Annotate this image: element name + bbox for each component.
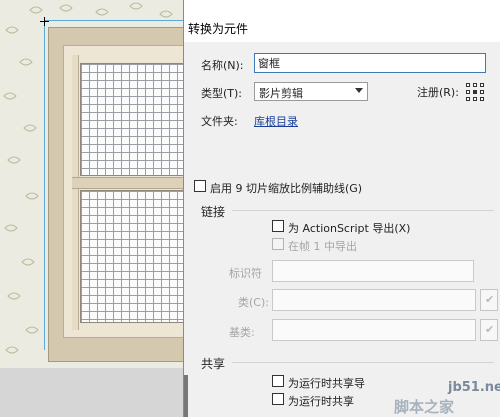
linkage-divider [232, 210, 494, 211]
watermark-text: jb51.net [448, 380, 500, 395]
checkmark-icon: ✔ [485, 323, 495, 336]
dialog-title-bar[interactable]: 转换为元件 [184, 0, 500, 42]
identifier-label: 标识符 [229, 267, 262, 280]
enable-9slice-checkbox[interactable] [194, 180, 206, 192]
export-frame1-checkbox[interactable] [272, 238, 284, 250]
symbol-name-input[interactable] [254, 53, 486, 73]
sharing-divider [232, 362, 494, 363]
folder-label: 文件夹: [201, 115, 238, 128]
symbol-type-value: 影片剪辑 [259, 87, 303, 100]
stage-pasteboard [0, 368, 183, 417]
chevron-down-icon [355, 88, 363, 93]
export-frame1-label: 在帧 1 中导出 [288, 240, 357, 253]
name-label: 名称(N): [201, 59, 244, 72]
selection-guide-horizontal [44, 20, 183, 21]
dialog-title: 转换为元件 [188, 22, 249, 36]
convert-to-symbol-dialog: 转换为元件 名称(N): 类型(T): 影片剪辑 注册(R): 文件夹: 库根目… [183, 0, 500, 417]
export-actionscript-checkbox[interactable] [272, 220, 284, 232]
registration-crosshair-icon [40, 17, 49, 26]
site-watermark: jb51.net 脚本之家 [330, 374, 500, 417]
window-pane-bottom [80, 190, 183, 323]
symbol-type-dropdown[interactable]: 影片剪辑 [254, 82, 368, 101]
stage-canvas[interactable] [0, 0, 183, 417]
window-pane-top [80, 63, 183, 176]
runtime-share-export-checkbox[interactable] [272, 375, 284, 387]
enable-9slice-label: 启用 9 切片缩放比例辅助线(G) [210, 182, 363, 195]
export-actionscript-label: 为 ActionScript 导出(X) [288, 222, 411, 235]
registration-grid-icon[interactable] [466, 83, 484, 101]
class-input[interactable] [272, 289, 476, 311]
class-validate-button[interactable]: ✔ [480, 289, 498, 311]
type-label: 类型(T): [201, 87, 243, 100]
library-root-link[interactable]: 库根目录 [254, 113, 298, 129]
identifier-input[interactable] [272, 260, 474, 282]
sharing-header: 共享 [201, 357, 226, 371]
runtime-share-import-checkbox[interactable] [272, 393, 284, 405]
checkmark-icon: ✔ [485, 293, 495, 306]
base-class-validate-button[interactable]: ✔ [480, 319, 498, 341]
dialog-left-edge-shadow [184, 375, 188, 417]
base-class-input[interactable] [272, 319, 476, 341]
class-label: 类(C): [238, 296, 269, 309]
linkage-header: 链接 [201, 205, 226, 219]
registration-label: 注册(R): [417, 86, 459, 99]
selection-guide-vertical [44, 20, 45, 350]
window-left-stile [72, 55, 79, 330]
watermark-subtext: 脚本之家 [394, 398, 455, 416]
window-middle-rail [72, 177, 183, 189]
base-class-label: 基类: [229, 326, 255, 339]
